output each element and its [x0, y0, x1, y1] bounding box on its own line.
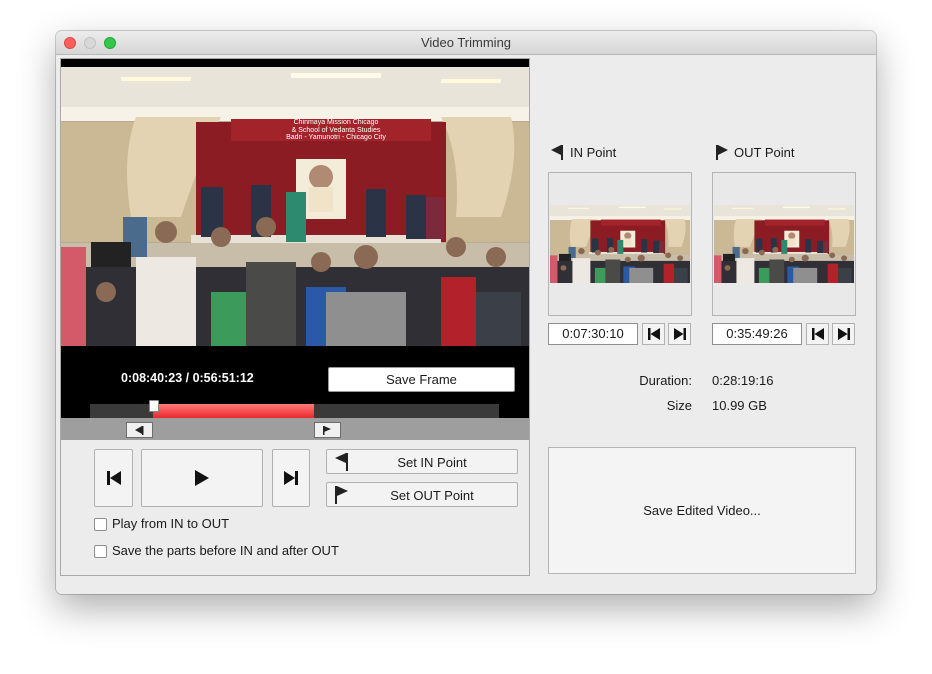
out-flag-icon	[716, 145, 728, 160]
go-to-in-point-button[interactable]	[642, 323, 665, 345]
skip-back-icon	[811, 328, 824, 340]
play-icon	[195, 470, 209, 486]
checkbox-box[interactable]	[94, 545, 107, 558]
go-to-out-point-button[interactable]	[832, 323, 855, 345]
skip-back-icon	[647, 328, 660, 340]
out-point-back-button[interactable]	[806, 323, 829, 345]
out-flag-icon	[323, 426, 332, 435]
size-label: Size	[666, 398, 692, 413]
banner-line-3: Badri - Yamunotri - Chicago City	[286, 134, 386, 141]
in-marker-handle[interactable]	[125, 422, 153, 438]
save-frame-button[interactable]: Save Frame	[328, 367, 515, 392]
duration-value: 0:28:19:16	[712, 373, 774, 388]
stage-banner: Chinmaya Mission Chicago & School of Ved…	[236, 119, 436, 143]
size-value: 10.99 GB	[712, 398, 767, 413]
set-out-point-button[interactable]: Set OUT Point	[326, 482, 518, 507]
out-point-timecode-field[interactable]: 0:35:49:26	[712, 323, 802, 345]
set-in-point-label: Set IN Point	[397, 455, 467, 470]
banner-line-1: Chinmaya Mission Chicago	[293, 119, 379, 126]
duration-label: Duration:	[639, 373, 692, 388]
play-button[interactable]	[141, 449, 263, 507]
video-player: Chinmaya Mission Chicago & School of Ved…	[61, 59, 529, 418]
set-out-point-label: Set OUT Point	[390, 488, 474, 503]
next-frame-button[interactable]	[272, 449, 310, 507]
timeline-selection	[152, 404, 314, 418]
in-point-forward-button[interactable]	[668, 323, 691, 345]
out-point-thumbnail-panel	[712, 172, 856, 316]
in-point-thumbnail-panel	[548, 172, 692, 316]
set-in-point-button[interactable]: Set IN Point	[326, 449, 518, 474]
out-marker-handle[interactable]	[313, 422, 341, 438]
in-point-timecode-field[interactable]: 0:07:30:10	[548, 323, 638, 345]
banner-line-2: & School of Vedanta Studies	[291, 126, 381, 134]
in-flag-icon	[135, 426, 144, 435]
out-point-thumbnail	[714, 205, 854, 283]
window-title: Video Trimming	[420, 35, 512, 50]
checkbox-box[interactable]	[94, 518, 107, 531]
in-point-label: IN Point	[570, 145, 617, 160]
save-parts-checkbox[interactable]: Save the parts before IN and after OUT	[94, 543, 414, 561]
skip-forward-icon	[284, 471, 298, 485]
skip-forward-icon	[837, 328, 850, 340]
video-trimming-window: Video Trimming Chinmaya Mission Chicago …	[56, 31, 876, 594]
video-frame[interactable]: Chinmaya Mission Chicago & School of Ved…	[61, 67, 529, 346]
in-point-thumbnail	[550, 205, 690, 283]
in-flag-icon	[551, 145, 563, 160]
out-point-label: OUT Point	[734, 145, 795, 160]
current-timecode: 0:08:40:23 / 0:56:51:12	[121, 371, 254, 385]
previous-frame-button[interactable]	[94, 449, 133, 507]
player-panel: Chinmaya Mission Chicago & School of Ved…	[60, 58, 530, 576]
save-edited-video-button[interactable]: Save Edited Video...	[548, 447, 856, 574]
playhead-handle[interactable]	[148, 400, 159, 412]
skip-forward-icon	[673, 328, 686, 340]
save-parts-label: Save the parts before IN and after OUT	[112, 543, 339, 558]
skip-back-icon	[106, 471, 121, 485]
title-bar: Video Trimming	[56, 31, 876, 55]
play-in-out-checkbox[interactable]: Play from IN to OUT	[94, 516, 414, 534]
play-in-out-label: Play from IN to OUT	[112, 516, 230, 531]
